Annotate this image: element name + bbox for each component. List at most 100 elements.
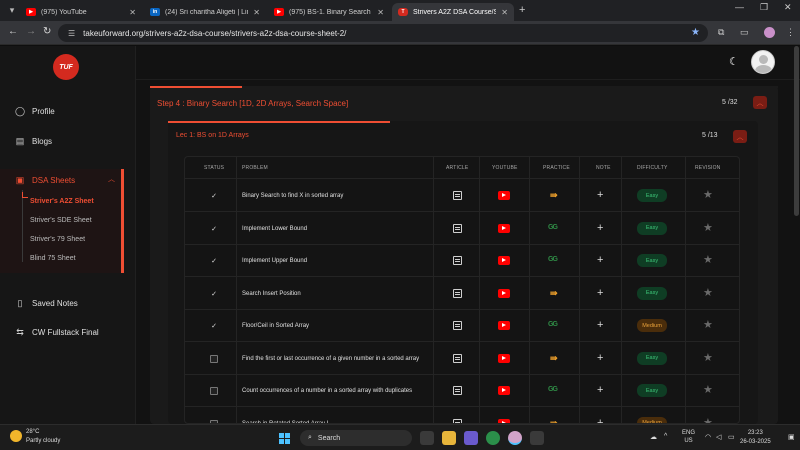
revision-star-icon[interactable]: ★	[703, 383, 713, 396]
chevron-up-icon[interactable]: ︿	[108, 174, 115, 184]
youtube-icon[interactable]	[498, 288, 510, 298]
windows-start-icon[interactable]	[279, 433, 290, 444]
close-icon[interactable]: ✕	[501, 8, 508, 17]
revision-star-icon[interactable]: ★	[703, 221, 713, 234]
tab-linkedin[interactable]: in (24) Sri charitha Aligeti | Linked ✕	[144, 3, 266, 21]
menu-icon[interactable]: ⋮	[786, 27, 795, 38]
extensions-icon[interactable]: ⧉	[718, 27, 724, 38]
revision-star-icon[interactable]: ★	[703, 253, 713, 266]
sidebar-item-saved-notes[interactable]: ▯ Saved Notes	[15, 298, 78, 308]
check-icon[interactable]: ✓	[210, 322, 218, 330]
add-note-icon[interactable]: +	[597, 287, 603, 299]
add-note-icon[interactable]: +	[597, 222, 603, 234]
add-note-icon[interactable]: +	[597, 384, 603, 396]
check-icon[interactable]: ✓	[210, 192, 218, 200]
codingninjas-icon[interactable]: ⇛	[550, 288, 558, 299]
check-icon[interactable]: ✓	[210, 257, 218, 265]
sidebar-item-blogs[interactable]: ▤ Blogs	[15, 136, 52, 146]
new-tab-button[interactable]: +	[519, 4, 525, 16]
battery-icon[interactable]: ▭	[728, 433, 735, 441]
wifi-icon[interactable]: ◠	[705, 433, 711, 441]
revision-star-icon[interactable]: ★	[703, 286, 713, 299]
check-icon[interactable]: ✓	[210, 225, 218, 233]
step-header[interactable]: Step 4 : Binary Search [1D, 2D Arrays, S…	[150, 86, 778, 116]
codingninjas-icon[interactable]: ⇛	[550, 353, 558, 364]
revision-star-icon[interactable]: ★	[703, 318, 713, 331]
article-icon[interactable]	[453, 353, 462, 363]
article-icon[interactable]	[453, 386, 462, 395]
youtube-icon[interactable]	[498, 321, 510, 330]
revision-star-icon[interactable]: ★	[703, 188, 713, 201]
tab-search-icon[interactable]: ▾	[4, 3, 20, 18]
revision-star-icon[interactable]: ★	[703, 351, 713, 364]
lecture-title[interactable]: Lec 1: BS on 1D Arrays	[176, 132, 249, 139]
volume-icon[interactable]: ◁	[716, 433, 721, 441]
back-icon[interactable]: ←	[8, 26, 18, 37]
youtube-icon[interactable]	[498, 256, 510, 265]
weather-icon[interactable]	[10, 430, 22, 442]
status-checkbox[interactable]	[210, 387, 218, 395]
article-icon[interactable]	[453, 288, 462, 298]
minimize-icon[interactable]: —	[735, 2, 744, 12]
article-icon[interactable]	[453, 256, 462, 265]
gfg-icon[interactable]: GG	[548, 224, 558, 231]
chevron-up-icon[interactable]: ︿	[733, 130, 747, 143]
add-note-icon[interactable]: +	[597, 352, 603, 364]
language-indicator[interactable]: ENG US	[682, 429, 695, 445]
sidebar-item-profile[interactable]: ◯ Profile	[15, 106, 55, 116]
sidebar-item-cw-fullstack[interactable]: ⇆ CW Fullstack Final	[15, 327, 98, 337]
page-scrollbar[interactable]	[794, 46, 799, 216]
add-note-icon[interactable]: +	[597, 319, 603, 331]
youtube-icon[interactable]	[498, 191, 510, 200]
tab-youtube[interactable]: ▶ (975) YouTube ✕	[20, 3, 142, 21]
sidebar-item-sde-sheet[interactable]: Striver's SDE Sheet	[30, 217, 92, 224]
youtube-icon[interactable]	[498, 223, 510, 233]
url-input[interactable]: ☰ takeuforward.org/strivers-a2z-dsa-cour…	[58, 24, 708, 42]
reload-icon[interactable]: ↻	[43, 26, 51, 37]
copilot-icon[interactable]	[464, 431, 478, 445]
restore-icon[interactable]: ❐	[760, 2, 768, 13]
gfg-icon[interactable]: GG	[548, 256, 558, 263]
avatar[interactable]	[751, 50, 775, 74]
chrome-profile-icon[interactable]	[508, 431, 522, 445]
sidebar-item-79-sheet[interactable]: Striver's 79 Sheet	[30, 236, 85, 243]
gfg-icon[interactable]: GG	[548, 386, 558, 393]
revision-star-icon[interactable]: ★	[703, 416, 713, 424]
chevron-up-icon[interactable]: ^	[664, 433, 667, 440]
close-window-icon[interactable]: ✕	[784, 2, 792, 13]
tab-binary-search-video[interactable]: ▶ (975) BS-1. Binary Search Introd ✕	[268, 3, 390, 21]
cloud-icon[interactable]: ☁	[650, 433, 657, 441]
tuf-logo[interactable]: TUF	[53, 54, 79, 80]
status-checkbox[interactable]	[210, 354, 218, 363]
close-icon[interactable]: ✕	[129, 8, 136, 17]
article-icon[interactable]	[453, 223, 462, 233]
codingninjas-icon[interactable]: ⇛	[550, 190, 558, 201]
chevron-up-icon[interactable]: ︿	[753, 96, 767, 109]
notification-icon[interactable]: ▣	[788, 433, 795, 441]
forward-icon[interactable]: →	[26, 26, 36, 37]
tab-strivers-sheet[interactable]: T Strivers A2Z DSA Course/Sheet ✕	[392, 3, 514, 21]
close-icon[interactable]: ✕	[253, 8, 260, 17]
close-icon[interactable]: ✕	[377, 8, 384, 17]
settings-icon[interactable]	[530, 431, 544, 445]
dark-mode-icon[interactable]: ☾	[729, 55, 739, 68]
youtube-icon[interactable]	[498, 386, 510, 395]
bookmark-star-icon[interactable]: ★	[691, 27, 700, 38]
sidepanel-icon[interactable]: ▭	[740, 27, 749, 38]
article-icon[interactable]	[453, 321, 462, 330]
clock[interactable]: 23:23 26-03-2025	[740, 429, 771, 447]
add-note-icon[interactable]: +	[597, 189, 603, 201]
site-info-icon[interactable]: ☰	[68, 29, 75, 38]
task-view-icon[interactable]	[420, 431, 434, 445]
profile-avatar-icon[interactable]	[764, 27, 775, 38]
file-explorer-icon[interactable]	[442, 431, 456, 445]
youtube-icon[interactable]	[498, 353, 510, 363]
sidebar-item-blind-75[interactable]: Blind 75 Sheet	[30, 255, 76, 262]
check-icon[interactable]: ✓	[210, 290, 218, 298]
add-note-icon[interactable]: +	[597, 417, 603, 424]
sidebar-item-a2z-sheet[interactable]: Striver's A2Z Sheet	[30, 198, 94, 205]
article-icon[interactable]	[453, 191, 462, 200]
chrome-icon[interactable]	[486, 431, 500, 445]
add-note-icon[interactable]: +	[597, 254, 603, 266]
taskbar-search[interactable]: ⌕ Search	[300, 430, 412, 446]
